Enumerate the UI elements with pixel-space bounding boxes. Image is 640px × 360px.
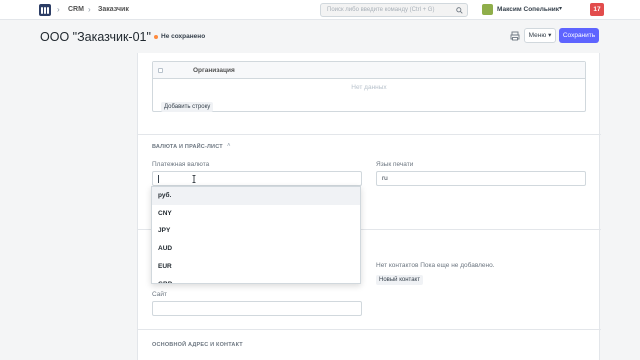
app-logo-icon[interactable]	[39, 4, 51, 16]
website-input[interactable]	[152, 301, 362, 316]
dropdown-option[interactable]: EUR	[152, 258, 360, 276]
add-row-button[interactable]: Добавить строку	[161, 102, 214, 112]
dropdown-option[interactable]: AUD	[152, 240, 360, 258]
user-name[interactable]: Максим Сопельник	[497, 6, 559, 13]
page-head: ООО "Заказчик-01" Не сохранено Меню ▾ Со…	[0, 21, 640, 51]
organization-table: Организация Нет данных Добавить строку	[152, 61, 586, 112]
chevron-down-icon[interactable]: ▾	[559, 5, 562, 12]
print-language-value: ru	[382, 175, 388, 182]
table-header: Организация	[153, 62, 585, 79]
new-contact-button[interactable]: Новый контакт	[376, 275, 423, 285]
currency-dropdown: руб. CNY JPY AUD EUR GBP	[151, 186, 361, 284]
section-title-address[interactable]: ОСНОВНОЙ АДРЕС И КОНТАКТ	[152, 342, 243, 348]
dropdown-option[interactable]: JPY	[152, 222, 360, 240]
column-header-organization: Организация	[193, 67, 235, 74]
dropdown-option[interactable]: CNY	[152, 205, 360, 223]
chevron-right-icon: ›	[57, 5, 60, 14]
print-language-input[interactable]: ru	[376, 171, 586, 186]
chevron-right-icon: ›	[88, 5, 91, 14]
save-button[interactable]: Сохранить	[559, 28, 599, 43]
website-label: Сайт	[152, 291, 167, 298]
unsaved-indicator	[154, 35, 158, 39]
dropdown-option[interactable]: руб.	[152, 187, 360, 205]
section-divider	[138, 134, 601, 135]
text-cursor-icon	[192, 175, 196, 183]
chevron-up-icon[interactable]: ˄	[227, 143, 231, 149]
page-title: ООО "Заказчик-01"	[40, 30, 151, 44]
status-label: Не сохранено	[161, 33, 206, 40]
section-title-currency[interactable]: ВАЛЮТА И ПРАЙС-ЛИСТ	[152, 144, 223, 150]
print-language-label: Язык печати	[376, 161, 414, 168]
menu-button-label: Меню	[528, 32, 547, 39]
menu-button[interactable]: Меню ▾	[524, 28, 556, 43]
search-icon	[456, 7, 463, 14]
section-divider	[138, 329, 601, 330]
dropdown-option[interactable]: GBP	[152, 276, 360, 283]
select-all-checkbox[interactable]	[158, 68, 163, 73]
search-input[interactable]: Поиск либо введите команду (Ctrl + G)	[320, 3, 468, 17]
avatar[interactable]	[482, 4, 493, 15]
navbar: › CRM › Заказчик Поиск либо введите кома…	[0, 0, 640, 20]
print-icon[interactable]	[508, 29, 522, 43]
search-placeholder: Поиск либо введите команду (Ctrl + G)	[327, 7, 435, 13]
currency-input[interactable]	[152, 171, 362, 186]
notification-badge[interactable]: 17	[590, 3, 604, 16]
chevron-down-icon: ▾	[548, 32, 552, 39]
empty-state-text: Нет данных	[351, 84, 387, 91]
text-caret	[158, 175, 159, 183]
breadcrumb-customer[interactable]: Заказчик	[98, 6, 129, 13]
no-contacts-text: Нет контактов Пока еще не добавлено.	[376, 262, 495, 269]
currency-label: Платежная валюта	[152, 161, 210, 168]
breadcrumb-crm[interactable]: CRM	[68, 6, 84, 13]
